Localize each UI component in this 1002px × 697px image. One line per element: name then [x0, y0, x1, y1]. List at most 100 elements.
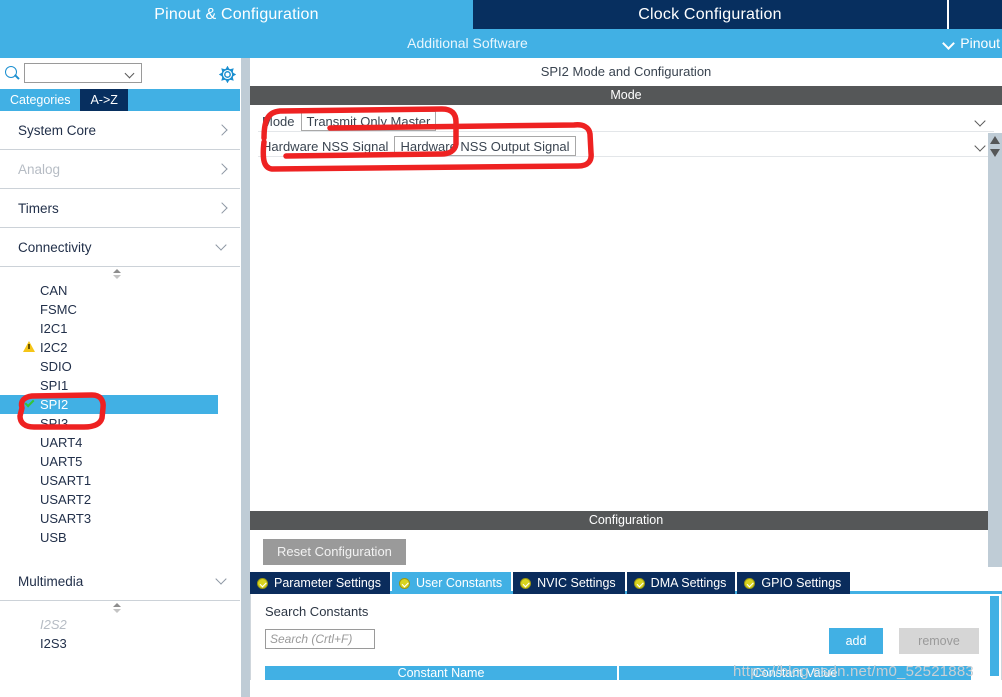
tab-dma-settings[interactable]: DMA Settings	[626, 572, 736, 594]
chevron-down-icon	[216, 241, 228, 253]
scrollbar-thumb[interactable]	[990, 596, 999, 676]
list-item-sdio[interactable]: SDIO	[0, 357, 240, 376]
field-hardware-nss-select[interactable]: Hardware NSS Output Signal	[394, 136, 994, 156]
chevron-down-icon	[216, 575, 228, 587]
configuration-section-header: Configuration	[250, 511, 1002, 530]
tab-extra[interactable]	[947, 0, 1002, 29]
search-constants-input[interactable]: Search (Crtl+F)	[265, 629, 375, 649]
list-item-label: I2C1	[40, 321, 68, 336]
list-item-i2s3[interactable]: I2S3	[0, 634, 240, 653]
multimedia-scroll-indicator[interactable]	[0, 601, 240, 615]
list-item-i2c2[interactable]: I2C2	[0, 338, 240, 357]
column-header-constant-name[interactable]: Constant Name	[265, 666, 619, 680]
tab-parameter-settings[interactable]: Parameter Settings	[250, 572, 390, 594]
main-tab-bar: Pinout & Configuration Clock Configurati…	[0, 0, 1002, 29]
peripheral-status-icon	[22, 634, 38, 653]
list-item-label: USART2	[40, 492, 92, 507]
tab-gpio-settings[interactable]: GPIO Settings	[737, 572, 851, 594]
reset-configuration-button[interactable]: Reset Configuration	[263, 539, 406, 565]
gear-icon[interactable]	[219, 66, 236, 83]
chevron-down-icon	[943, 38, 954, 49]
watermark-text: https://blog.csdn.net/m0_52521883	[733, 663, 974, 680]
list-item-uart5[interactable]: UART5	[0, 452, 240, 471]
tab-label: User Constants	[416, 576, 503, 590]
list-item-label: I2S2	[40, 617, 67, 632]
tab-nvic-settings[interactable]: NVIC Settings	[513, 572, 625, 594]
configuration-tab-strip: Parameter Settings User Constants NVIC S…	[250, 572, 1002, 594]
sidebar-search-row	[0, 58, 240, 88]
list-item-label: I2C2	[40, 340, 68, 355]
status-check-icon	[520, 577, 532, 589]
panel-splitter[interactable]	[240, 58, 250, 697]
list-gap	[0, 547, 240, 562]
peripheral-status-icon	[22, 452, 38, 471]
peripheral-status-icon	[22, 471, 38, 490]
user-constants-vertical-scrollbar[interactable]	[989, 594, 1000, 680]
scroll-down-arrow-icon[interactable]	[990, 149, 1000, 157]
scroll-up-arrow-icon[interactable]	[990, 136, 1000, 144]
tab-label: DMA Settings	[650, 576, 727, 590]
list-item-usart1[interactable]: USART1	[0, 471, 240, 490]
peripheral-status-icon	[22, 300, 38, 319]
field-mode-label: Mode	[262, 113, 295, 129]
tab-user-constants[interactable]: User Constants	[392, 572, 512, 594]
list-item-spi1[interactable]: SPI1	[0, 376, 240, 395]
chevron-down-icon	[976, 142, 986, 152]
list-item-usart3[interactable]: USART3	[0, 509, 240, 528]
additional-software-label[interactable]: Additional Software	[0, 29, 935, 58]
add-constant-button[interactable]: add	[829, 628, 883, 654]
status-check-icon	[257, 577, 268, 589]
field-mode-select[interactable]: Transmit Only Master	[300, 111, 994, 131]
field-hardware-nss-signal: Hardware NSS Signal Hardware NSS Output …	[258, 136, 994, 157]
pinout-dropdown[interactable]: Pinout	[943, 29, 1002, 58]
list-item-spi2[interactable]: SPI2	[0, 395, 218, 414]
field-hardware-nss-value: Hardware NSS Output Signal	[394, 136, 576, 156]
tab-strip-filler	[852, 572, 1002, 591]
peripheral-status-icon	[22, 281, 38, 300]
list-item-label: UART5	[40, 454, 83, 469]
chevron-right-icon	[216, 124, 228, 136]
reset-button-row: Reset Configuration	[250, 530, 1002, 572]
chevron-right-icon	[216, 202, 228, 214]
chevron-down-icon	[126, 70, 135, 79]
list-item-spi3[interactable]: SPI3	[0, 414, 240, 433]
mode-vertical-scrollbar[interactable]	[988, 133, 1002, 567]
sidebar-item-label: Analog	[18, 161, 61, 177]
mode-section-header: Mode	[250, 86, 1002, 105]
sidebar-item-connectivity[interactable]: Connectivity	[0, 228, 240, 267]
peripheral-status-icon	[22, 319, 38, 338]
warning-triangle-icon	[22, 338, 38, 357]
sidebar-item-multimedia[interactable]: Multimedia	[0, 562, 240, 601]
sidebar-item-label: System Core	[18, 122, 97, 138]
list-item-label: USB	[40, 530, 67, 545]
list-item-label: FSMC	[40, 302, 77, 317]
status-check-icon	[744, 577, 756, 589]
tab-label: Parameter Settings	[274, 576, 381, 590]
category-list: System Core Analog Timers Connectivity C…	[0, 111, 240, 697]
peripheral-status-icon	[22, 414, 38, 433]
list-item-can[interactable]: CAN	[0, 281, 240, 300]
sidebar-item-timers[interactable]: Timers	[0, 189, 240, 228]
tab-a-to-z[interactable]: A->Z	[80, 89, 128, 111]
tab-pinout-configuration[interactable]: Pinout & Configuration	[0, 0, 473, 29]
search-constants-label: Search Constants	[265, 604, 369, 619]
remove-constant-button[interactable]: remove	[899, 628, 979, 654]
sidebar-item-system-core[interactable]: System Core	[0, 111, 240, 150]
mode-section-body: Mode Transmit Only Master Hardware NSS S…	[250, 105, 1002, 567]
list-item-label: USART1	[40, 473, 92, 488]
tab-label: NVIC Settings	[537, 576, 616, 590]
list-item-usb[interactable]: USB	[0, 528, 240, 547]
tab-categories[interactable]: Categories	[0, 89, 81, 111]
list-item-i2s2[interactable]: I2S2	[0, 615, 240, 634]
list-item-fsmc[interactable]: FSMC	[0, 300, 240, 319]
chevron-right-icon	[216, 163, 228, 175]
sidebar-item-analog[interactable]: Analog	[0, 150, 240, 189]
list-item-i2c1[interactable]: I2C1	[0, 319, 240, 338]
tab-clock-configuration[interactable]: Clock Configuration	[473, 0, 947, 29]
list-item-uart4[interactable]: UART4	[0, 433, 240, 452]
pinout-dropdown-label: Pinout	[960, 35, 1000, 51]
list-item-usart2[interactable]: USART2	[0, 490, 240, 509]
connectivity-scroll-indicator[interactable]	[0, 267, 240, 281]
categories-panel: Categories A->Z System Core Analog Timer…	[0, 58, 240, 697]
search-input[interactable]	[24, 63, 142, 83]
